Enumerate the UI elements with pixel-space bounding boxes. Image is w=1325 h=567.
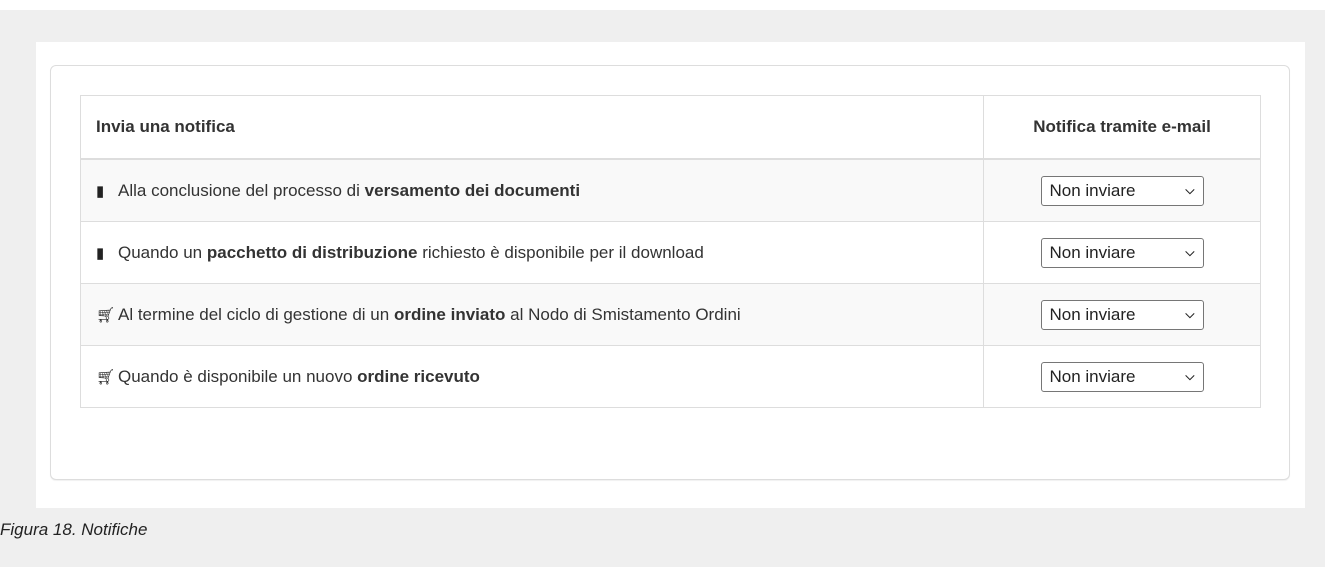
event-text-pre: Quando è disponibile un nuovo: [118, 366, 358, 386]
event-text-pre: Al termine del ciclo di gestione di un: [118, 304, 394, 324]
select-value: Non inviare: [1049, 366, 1136, 386]
event-cell: 🛒︎ Al termine del ciclo di gestione di un…: [80, 283, 984, 346]
select-value: Non inviare: [1049, 180, 1136, 200]
chevron-down-icon: ⌵: [1185, 245, 1195, 259]
table-row: 🛒︎ Al termine del ciclo di gestione di un…: [80, 283, 1261, 346]
event-text-bold: versamento dei documenti: [364, 180, 581, 200]
chevron-down-icon: ⌵: [1185, 307, 1195, 321]
event-text-bold: ordine ricevuto: [357, 366, 480, 386]
header-email: Notifica tramite e-mail: [983, 95, 1261, 160]
event-text-post: al Nodo di Smistamento Ordini: [505, 304, 741, 324]
select-value: Non inviare: [1049, 242, 1136, 262]
top-strip: [0, 0, 1325, 10]
event-cell: ▮ Alla conclusione del processo di versam…: [80, 158, 984, 222]
email-notification-select[interactable]: Non inviare ⌵: [1040, 299, 1204, 330]
email-cell: Non inviare ⌵: [983, 345, 1261, 408]
email-cell: Non inviare ⌵: [983, 221, 1261, 284]
notifications-panel: Invia una notifica Notifica tramite e-ma…: [50, 65, 1290, 480]
event-text-bold: ordine inviato: [393, 304, 506, 324]
event-cell: ▮ Quando un pacchetto di distribuzione ri…: [80, 221, 984, 284]
email-notification-select[interactable]: Non inviare ⌵: [1040, 175, 1204, 206]
shopping-cart-icon: 🛒︎: [96, 306, 116, 324]
header-event: Invia una notifica: [80, 95, 984, 160]
table-header-row: Invia una notifica Notifica tramite e-ma…: [80, 95, 1261, 160]
notifications-table: Invia una notifica Notifica tramite e-ma…: [80, 95, 1261, 408]
email-cell: Non inviare ⌵: [983, 283, 1261, 346]
event-text-bold: pacchetto di distribuzione: [206, 242, 418, 262]
document-page: Invia una notifica Notifica tramite e-ma…: [0, 0, 1325, 567]
table-row: 🛒︎ Quando è disponibile un nuovo ordine r…: [80, 345, 1261, 408]
event-text-pre: Quando un: [118, 242, 207, 262]
event-cell: 🛒︎ Quando è disponibile un nuovo ordine r…: [80, 345, 984, 408]
table-row: ▮ Alla conclusione del processo di versam…: [80, 158, 1261, 222]
book-icon: ▮: [96, 244, 105, 262]
event-text-pre: Alla conclusione del processo di: [118, 180, 365, 200]
chevron-down-icon: ⌵: [1185, 183, 1195, 197]
table-row: ▮ Quando un pacchetto di distribuzione ri…: [80, 221, 1261, 284]
screenshot-area: Invia una notifica Notifica tramite e-ma…: [36, 42, 1305, 508]
chevron-down-icon: ⌵: [1185, 369, 1195, 383]
figure-caption: Figura 18. Notifiche: [0, 520, 148, 539]
select-value: Non inviare: [1049, 304, 1136, 324]
email-notification-select[interactable]: Non inviare ⌵: [1040, 237, 1204, 268]
email-notification-select[interactable]: Non inviare ⌵: [1040, 361, 1204, 392]
shopping-cart-icon: 🛒︎: [96, 368, 116, 386]
event-text-post: richiesto è disponibile per il download: [417, 242, 704, 262]
book-icon: ▮: [96, 182, 105, 200]
email-cell: Non inviare ⌵: [983, 158, 1261, 222]
